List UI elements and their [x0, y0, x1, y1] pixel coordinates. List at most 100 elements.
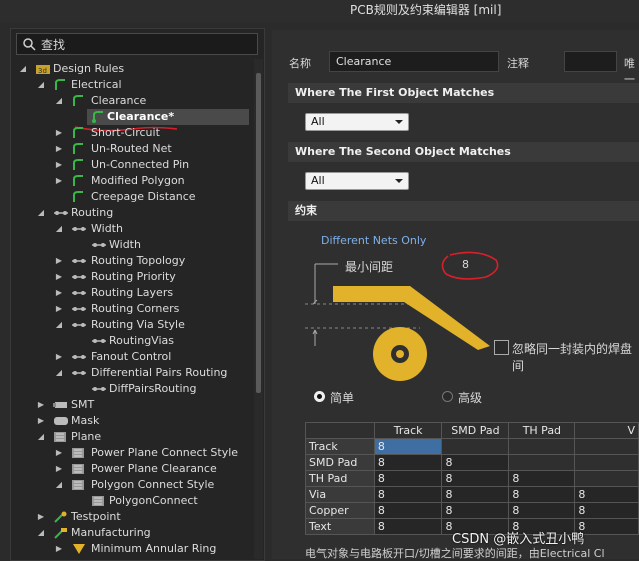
ignore-pads-checkbox[interactable] — [494, 340, 509, 355]
table-cell[interactable]: 8 — [574, 518, 639, 535]
table-cell[interactable]: 8 — [508, 486, 576, 503]
table-cell[interactable]: 8 — [441, 454, 510, 471]
expand-arrow-icon[interactable]: ▶ — [55, 349, 63, 365]
tree-item-width[interactable]: ◢ Width — [11, 221, 254, 237]
routing-rule-icon — [71, 351, 87, 363]
tree-label: Width — [91, 222, 123, 235]
tree-label: Power Plane Connect Style — [91, 446, 239, 459]
tree-label: Manufacturing — [71, 526, 151, 539]
expand-arrow-icon[interactable]: ▶ — [55, 125, 63, 141]
collapse-arrow-icon[interactable]: ◢ — [55, 317, 63, 333]
collapse-arrow-icon[interactable]: ◢ — [37, 77, 45, 93]
tree-item-routing-corners[interactable]: ▶ Routing Corners — [11, 301, 254, 317]
tree-item-short-circuit[interactable]: ▶ Short-Circuit — [11, 125, 254, 141]
table-cell[interactable]: 8 — [373, 438, 443, 455]
expand-arrow-icon[interactable]: ▶ — [55, 301, 63, 317]
tree-label: Minimum Annular Ring — [91, 542, 217, 555]
expand-arrow-icon[interactable]: ▶ — [55, 461, 63, 477]
collapse-arrow-icon[interactable]: ◢ — [37, 429, 45, 445]
expand-arrow-icon[interactable]: ▶ — [37, 509, 45, 525]
table-cell[interactable]: 8 — [441, 470, 510, 487]
tree-item-routing-vias[interactable]: RoutingVias — [11, 333, 254, 349]
tree-label: Routing Corners — [91, 302, 180, 315]
routing-rule-icon — [71, 255, 87, 267]
collapse-arrow-icon[interactable]: ◢ — [55, 477, 63, 493]
name-field[interactable]: Clearance — [329, 51, 499, 72]
collapse-arrow-icon[interactable]: ◢ — [55, 365, 63, 381]
tree-item-clearance[interactable]: ◢ Clearance — [11, 93, 254, 109]
tree-item-routing-layers[interactable]: ▶ Routing Layers — [11, 285, 254, 301]
tree-item-routing-via-style[interactable]: ◢ Routing Via Style — [11, 317, 254, 333]
table-cell[interactable]: 8 — [373, 470, 443, 487]
tree-item-differential-pairs-routing[interactable]: ◢ Differential Pairs Routing — [11, 365, 254, 381]
tree-item-un-routed-net[interactable]: ▶ Un-Routed Net — [11, 141, 254, 157]
manufacturing-rule-icon — [53, 527, 69, 539]
first-match-header: Where The First Object Matches — [288, 83, 639, 103]
tree-item-electrical[interactable]: ◢ Electrical — [11, 77, 254, 93]
collapse-arrow-icon[interactable]: ◢ — [55, 221, 63, 237]
expand-arrow-icon[interactable]: ▶ — [55, 269, 63, 285]
tree-item-testpoint[interactable]: ▶ Testpoint — [11, 509, 254, 525]
mode-advanced-radio[interactable] — [442, 391, 453, 402]
nets-mode-link[interactable]: Different Nets Only — [321, 234, 426, 247]
table-cell[interactable]: 8 — [508, 470, 576, 487]
tree-item-routing[interactable]: ◢ Routing — [11, 205, 254, 221]
scrollbar-thumb[interactable] — [256, 73, 261, 393]
table-cell[interactable]: 8 — [373, 454, 443, 471]
tree-item-un-connected-pin[interactable]: ▶ Un-Connected Pin — [11, 157, 254, 173]
second-match-dropdown[interactable]: All — [305, 172, 409, 190]
first-match-dropdown[interactable]: All — [305, 113, 409, 131]
expand-arrow-icon[interactable]: ▶ — [37, 413, 45, 429]
collapse-arrow-icon[interactable]: ◢ — [55, 93, 63, 109]
tree-item-power-plane-connect-style[interactable]: ▶ Power Plane Connect Style — [11, 445, 254, 461]
tree-item-design-rules[interactable]: ◢ 3d Design Rules — [11, 61, 254, 77]
expand-arrow-icon[interactable]: ▶ — [55, 541, 63, 557]
expand-arrow-icon[interactable]: ▶ — [55, 253, 63, 269]
expand-arrow-icon[interactable]: ▶ — [55, 141, 63, 157]
table-header-row: Track SMD Pad TH Pad V — [305, 422, 639, 439]
tree-item-creepage-distance[interactable]: Creepage Distance — [11, 189, 254, 205]
rule-icon — [71, 127, 87, 139]
tree-label: Plane — [71, 430, 102, 443]
tree-item-smt[interactable]: ▶ SMT — [11, 397, 254, 413]
tree-item-routing-topology[interactable]: ▶ Routing Topology — [11, 253, 254, 269]
tree-item-diffpairs-routing[interactable]: DiffPairsRouting — [11, 381, 254, 397]
expand-arrow-icon[interactable]: ▶ — [37, 397, 45, 413]
expand-arrow-icon[interactable]: ▶ — [55, 173, 63, 189]
table-cell[interactable]: 8 — [508, 502, 576, 519]
tree-item-polygon-connect[interactable]: PolygonConnect — [11, 493, 254, 509]
tree-item-width-rule[interactable]: Width — [11, 237, 254, 253]
comment-field[interactable] — [564, 51, 617, 72]
search-input[interactable]: 查找 — [16, 33, 258, 55]
expand-arrow-icon[interactable]: ▶ — [55, 157, 63, 173]
table-cell[interactable]: 8 — [574, 502, 639, 519]
tree-scrollbar[interactable] — [254, 59, 263, 559]
table-cell[interactable]: 8 — [373, 518, 443, 535]
tree-label: RoutingVias — [109, 334, 174, 347]
table-cell[interactable]: 8 — [373, 502, 443, 519]
tree-item-routing-priority[interactable]: ▶ Routing Priority — [11, 269, 254, 285]
table-cell[interactable]: 8 — [441, 486, 510, 503]
collapse-arrow-icon[interactable]: ◢ — [19, 61, 27, 77]
tree-item-polygon-connect-style[interactable]: ◢ Polygon Connect Style — [11, 477, 254, 493]
expand-arrow-icon[interactable]: ▶ — [55, 285, 63, 301]
table-cell[interactable]: 8 — [441, 502, 510, 519]
routing-rule-icon — [71, 287, 87, 299]
column-header: TH Pad — [508, 422, 576, 439]
tree-item-fanout-control[interactable]: ▶ Fanout Control — [11, 349, 254, 365]
tree-item-manufacturing[interactable]: ◢ Manufacturing — [11, 525, 254, 541]
dropdown-value: All — [311, 115, 325, 128]
tree-item-plane[interactable]: ◢ Plane — [11, 429, 254, 445]
tree-item-power-plane-clearance[interactable]: ▶ Power Plane Clearance — [11, 461, 254, 477]
tree-item-minimum-annular-ring[interactable]: ▶ Minimum Annular Ring — [11, 541, 254, 557]
collapse-arrow-icon[interactable]: ◢ — [37, 205, 45, 221]
mode-simple-radio[interactable] — [314, 391, 325, 402]
table-cell[interactable]: 8 — [574, 486, 639, 503]
table-cell[interactable]: 8 — [373, 486, 443, 503]
tree-item-modified-polygon[interactable]: ▶ Modified Polygon — [11, 173, 254, 189]
tree-item-mask[interactable]: ▶ Mask — [11, 413, 254, 429]
table-cell — [508, 438, 576, 455]
expand-arrow-icon[interactable]: ▶ — [55, 445, 63, 461]
table-row: TH Pad 8 8 8 — [305, 470, 639, 487]
collapse-arrow-icon[interactable]: ◢ — [37, 525, 45, 541]
